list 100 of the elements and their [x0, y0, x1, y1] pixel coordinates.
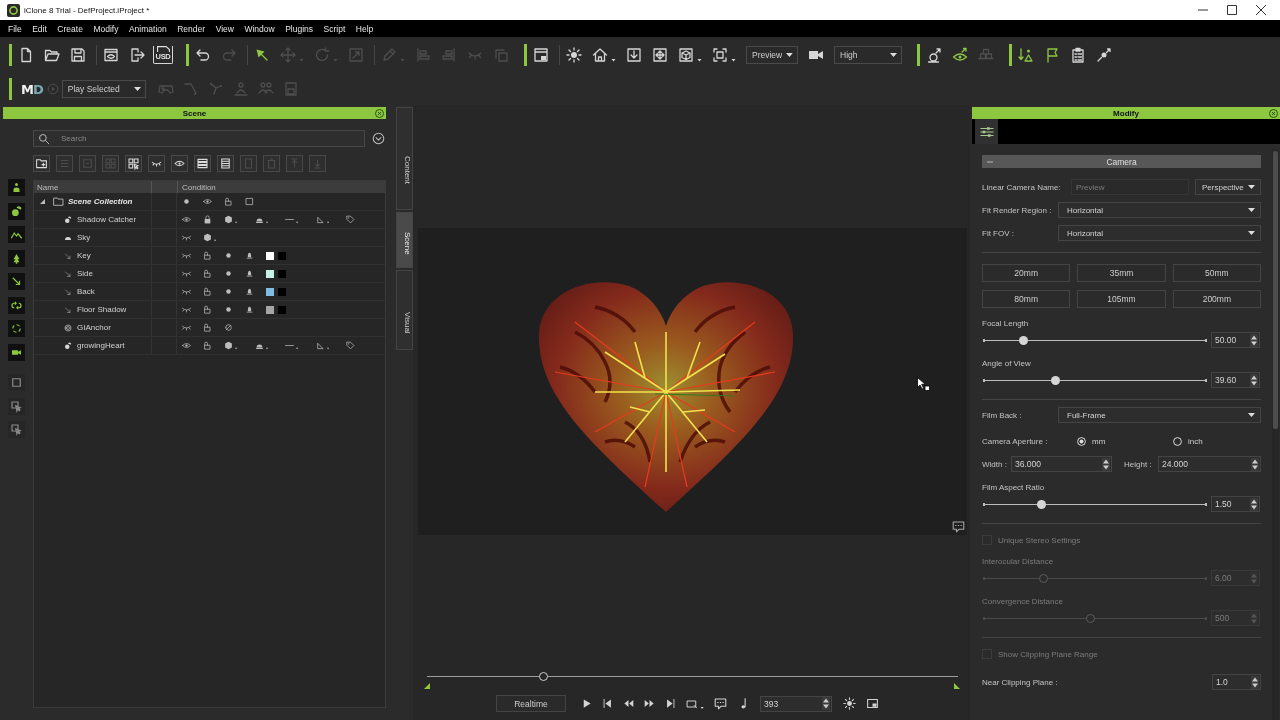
- value-field[interactable]: 50.00: [1211, 332, 1260, 348]
- lens-preset-button[interactable]: 80mm: [982, 290, 1071, 308]
- spinner-icon[interactable]: [1250, 497, 1258, 511]
- slider-track[interactable]: [984, 573, 1206, 583]
- unlocked-icon[interactable]: [224, 197, 233, 206]
- lens-preset-button[interactable]: 35mm: [1077, 264, 1166, 282]
- radio-option[interactable]: mm: [1077, 436, 1173, 446]
- dropdown[interactable]: Horizontal: [1058, 202, 1261, 218]
- clipboard-icon[interactable]: [1070, 47, 1086, 63]
- slider-track[interactable]: [984, 375, 1206, 385]
- save-icon[interactable]: [70, 47, 86, 63]
- export-icon[interactable]: [129, 47, 145, 63]
- folder-add-icon[interactable]: [33, 155, 50, 172]
- timeline-track[interactable]: [427, 672, 958, 681]
- skip-to-end-icon[interactable]: [665, 698, 676, 709]
- scrollbar[interactable]: [1272, 149, 1279, 720]
- square-icon[interactable]: [245, 197, 254, 206]
- node-link-icon[interactable]: [1096, 47, 1112, 63]
- no-entry-icon[interactable]: [224, 323, 233, 332]
- subtitle-icon[interactable]: [714, 697, 727, 710]
- focus-frame-icon[interactable]: [712, 47, 736, 63]
- frame-field[interactable]: 393: [760, 695, 832, 712]
- section-header[interactable]: Camera: [982, 155, 1261, 168]
- number-field[interactable]: 36.000: [1011, 456, 1112, 472]
- closed-eye-icon[interactable]: [182, 305, 191, 314]
- stack-icon[interactable]: [194, 155, 211, 172]
- column-header[interactable]: Name: [37, 182, 59, 192]
- import-icon[interactable]: [626, 47, 642, 63]
- color-swatch-icon[interactable]: [266, 269, 274, 278]
- slider-track[interactable]: [984, 335, 1206, 345]
- spinner-icon[interactable]: [1102, 457, 1110, 471]
- tree-item-label[interactable]: Shadow Catcher: [77, 215, 137, 224]
- spinner-icon[interactable]: [1251, 675, 1259, 689]
- radio-icon[interactable]: [1173, 436, 1182, 446]
- range-end-marker-icon[interactable]: [954, 683, 960, 689]
- move-box-icon[interactable]: [652, 47, 668, 63]
- eye-icon[interactable]: [203, 197, 212, 206]
- shadow-swatch-icon[interactable]: [278, 287, 286, 296]
- unlocked-icon[interactable]: [203, 341, 212, 350]
- tree-item-label[interactable]: Back: [77, 287, 95, 296]
- tree-item-label[interactable]: Scene Collection: [68, 197, 133, 206]
- list-icon[interactable]: [217, 155, 234, 172]
- dropdown[interactable]: Horizontal: [1058, 225, 1261, 241]
- new-file-icon[interactable]: [18, 47, 34, 63]
- render-window-icon[interactable]: [103, 47, 119, 63]
- radio-icon[interactable]: [1077, 436, 1086, 446]
- cube-icon[interactable]: [224, 215, 238, 224]
- tag-icon[interactable]: [346, 215, 355, 224]
- dropdown[interactable]: Full-Frame: [1058, 407, 1261, 423]
- menu-item[interactable]: Modify: [93, 23, 119, 34]
- panel-layout-icon[interactable]: [533, 47, 549, 63]
- tree-item-label[interactable]: growingHeart: [77, 341, 125, 350]
- tree-item-label[interactable]: Floor Shadow: [77, 305, 127, 314]
- mountain-icon[interactable]: [8, 226, 25, 243]
- set-square-icon[interactable]: [315, 215, 329, 224]
- value-field[interactable]: 1.50: [1211, 496, 1260, 512]
- tree-item-label[interactable]: Key: [77, 251, 91, 260]
- search-field[interactable]: Search: [33, 130, 365, 147]
- side-tab[interactable]: Scene: [396, 212, 413, 268]
- cube-icon[interactable]: [224, 341, 238, 350]
- eye-icon[interactable]: [171, 155, 188, 172]
- shadow-swatch-icon[interactable]: [278, 305, 286, 314]
- number-field[interactable]: 1.0: [1212, 674, 1261, 690]
- number-field[interactable]: 24.000: [1158, 456, 1261, 472]
- dotted-ring-icon[interactable]: [8, 320, 25, 337]
- dome-light-icon[interactable]: [254, 341, 268, 350]
- closed-eye-icon[interactable]: [182, 233, 191, 242]
- menu-item[interactable]: Window: [244, 23, 275, 34]
- column-header[interactable]: Condition: [182, 182, 216, 192]
- fast-forward-icon[interactable]: [644, 698, 655, 709]
- menu-item[interactable]: Render: [177, 23, 206, 34]
- spinner-icon[interactable]: [1250, 333, 1258, 347]
- undo-icon[interactable]: [195, 47, 211, 63]
- md-logo[interactable]: MD: [21, 81, 44, 97]
- unlocked-icon[interactable]: [203, 269, 212, 278]
- shadow-swatch-icon[interactable]: [278, 269, 286, 278]
- slider-track[interactable]: [984, 499, 1206, 509]
- grid-select-icon[interactable]: [125, 155, 142, 172]
- video-camera-icon[interactable]: [8, 343, 25, 361]
- menu-item[interactable]: Help: [355, 23, 374, 34]
- menu-item[interactable]: Animation: [128, 23, 167, 34]
- slider-track[interactable]: [984, 613, 1206, 623]
- closed-eye-icon[interactable]: [182, 251, 191, 260]
- menu-item[interactable]: Plugins: [285, 23, 314, 34]
- side-tab[interactable]: Content: [396, 107, 413, 210]
- person-icon[interactable]: [8, 179, 25, 196]
- play-mode-dropdown[interactable]: Play Selected: [61, 80, 146, 98]
- eye-arrow-icon[interactable]: [952, 47, 968, 63]
- color-swatch-icon[interactable]: [266, 305, 274, 314]
- spotlight-icon[interactable]: [245, 305, 254, 314]
- preview-mode-dropdown[interactable]: Preview: [746, 46, 798, 64]
- modify-tab[interactable]: [975, 119, 998, 144]
- spinner-icon[interactable]: [1250, 373, 1258, 387]
- lens-preset-button[interactable]: 105mm: [1077, 290, 1166, 308]
- unlocked-icon[interactable]: [203, 323, 212, 332]
- sun-icon[interactable]: [566, 47, 582, 63]
- timeline-thumb[interactable]: [539, 672, 549, 681]
- closed-eye-icon[interactable]: [182, 287, 191, 296]
- menu-item[interactable]: Script: [323, 23, 346, 34]
- maximize-icon[interactable]: [1227, 5, 1237, 15]
